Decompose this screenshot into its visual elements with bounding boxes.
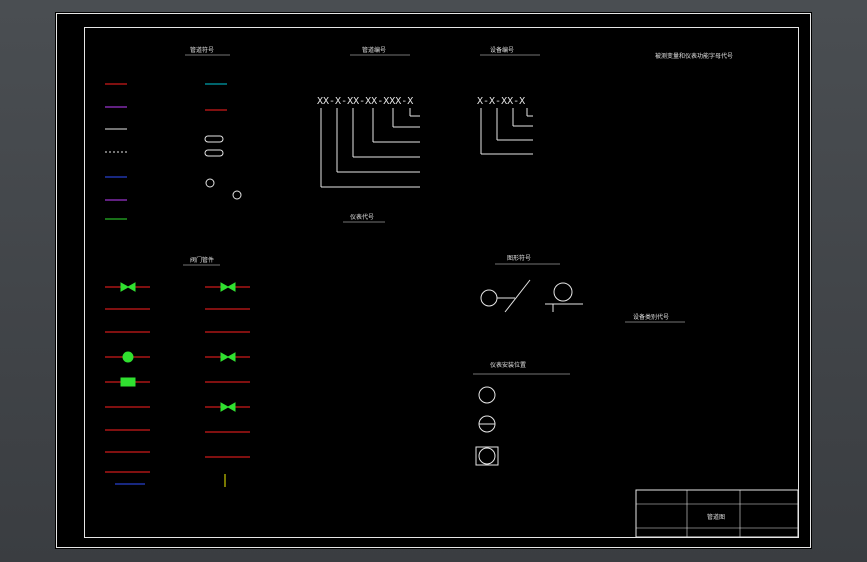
cad-viewport[interactable]: 管道符号 管道编号 设备编号 被测变量和仪表功能字母代号 XX-X-XX-XX-… — [0, 0, 867, 562]
instrument-code-section: 仪表代号 — [343, 213, 385, 223]
svg-text:XX-X-XX-XX-XXX-X: XX-X-XX-XX-XXX-X — [317, 96, 413, 107]
svg-text:设备编号: 设备编号 — [490, 46, 514, 54]
drawing-sheet[interactable]: 管道符号 管道编号 设备编号 被测变量和仪表功能字母代号 XX-X-XX-XX-… — [55, 12, 812, 549]
line-number-code: XX-X-XX-XX-XXX-X — [317, 96, 420, 188]
svg-text:仪表代号: 仪表代号 — [350, 213, 374, 221]
svg-text:设备类别代号: 设备类别代号 — [633, 313, 669, 321]
svg-text:X-X-XX-X: X-X-XX-X — [477, 96, 525, 107]
section-heading-functions: 被测变量和仪表功能字母代号 — [655, 52, 733, 60]
svg-text:图形符号: 图形符号 — [507, 254, 531, 262]
svg-text:阀门管件: 阀门管件 — [190, 256, 214, 264]
drawing-canvas: 管道符号 管道编号 设备编号 被测变量和仪表功能字母代号 XX-X-XX-XX-… — [56, 13, 811, 548]
svg-text:仪表安装位置: 仪表安装位置 — [490, 361, 526, 369]
section-heading-equipment-numbering: 设备编号 — [480, 46, 540, 56]
equipment-number-code: X-X-XX-X — [477, 96, 533, 155]
svg-text:管道符号: 管道符号 — [190, 46, 214, 54]
title-block: 管道图 — [635, 489, 799, 538]
section-heading-line-symbols: 管道符号 — [185, 46, 230, 56]
svg-text:被测变量和仪表功能字母代号: 被测变量和仪表功能字母代号 — [655, 52, 733, 60]
line-symbol-list — [105, 83, 242, 220]
valve-section: 阀门管件 — [105, 256, 250, 487]
mounting-section: 仪表安装位置 — [473, 361, 570, 466]
svg-text:管道编号: 管道编号 — [362, 46, 386, 54]
svg-text:管道图: 管道图 — [707, 513, 725, 521]
graphic-symbol-section: 图形符号 — [480, 254, 583, 313]
section-heading-line-numbering: 管道编号 — [350, 46, 410, 56]
equipment-code-section: 设备类别代号 — [625, 313, 685, 323]
